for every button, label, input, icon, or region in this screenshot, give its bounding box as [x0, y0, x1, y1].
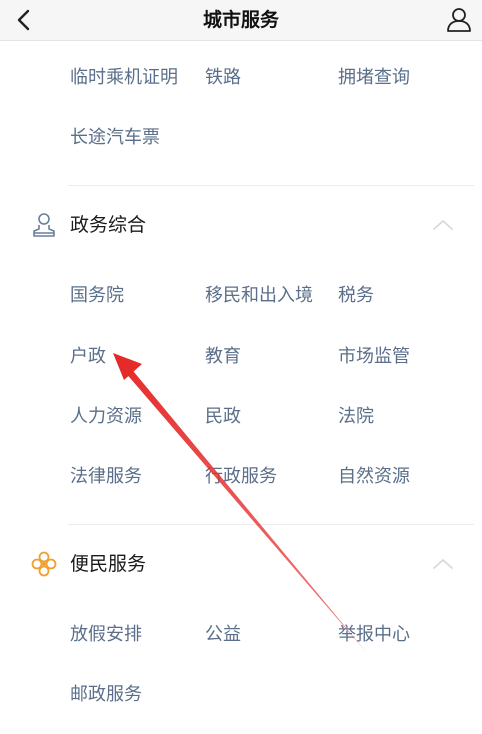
- service-item-human-resources[interactable]: 人力资源: [70, 402, 142, 428]
- navigation-bar: 城市服务: [0, 0, 482, 41]
- service-item-postal-services[interactable]: 邮政服务: [70, 680, 142, 706]
- service-item-household-registration[interactable]: 户政: [70, 342, 106, 368]
- service-item-immigration[interactable]: 移民和出入境: [205, 281, 313, 307]
- service-item-report-center[interactable]: 举报中心: [338, 620, 410, 646]
- chevron-up-icon[interactable]: [432, 557, 454, 571]
- section-divider: [68, 524, 474, 525]
- page-title: 城市服务: [202, 9, 279, 31]
- service-item-court[interactable]: 法院: [338, 402, 374, 428]
- service-item-railway[interactable]: 铁路: [205, 63, 241, 89]
- convenience-section-title: 便民服务: [70, 553, 147, 575]
- service-item-market-supervision[interactable]: 市场监管: [338, 342, 410, 368]
- flower-icon: [31, 551, 57, 577]
- service-item-civil-affairs[interactable]: 民政: [205, 402, 241, 428]
- service-item-public-welfare[interactable]: 公益: [205, 620, 241, 646]
- chevron-up-icon[interactable]: [432, 218, 454, 232]
- service-item-state-council[interactable]: 国务院: [70, 281, 124, 307]
- government-section-title: 政务综合: [70, 214, 147, 236]
- official-person-icon: [33, 213, 55, 237]
- service-item-temp-boarding-pass[interactable]: 临时乘机证明: [70, 63, 178, 89]
- service-item-long-distance-bus[interactable]: 长途汽车票: [70, 123, 160, 149]
- service-item-education[interactable]: 教育: [205, 342, 241, 368]
- service-item-holiday-schedule[interactable]: 放假安排: [70, 620, 142, 646]
- service-item-traffic-query[interactable]: 拥堵查询: [338, 63, 410, 89]
- service-item-tax[interactable]: 税务: [338, 281, 374, 307]
- government-section-header[interactable]: 政务综合: [0, 203, 482, 247]
- convenience-section-header[interactable]: 便民服务: [0, 542, 482, 586]
- service-item-natural-resources[interactable]: 自然资源: [338, 462, 410, 488]
- service-item-administrative-services[interactable]: 行政服务: [205, 462, 277, 488]
- section-divider: [68, 185, 474, 186]
- service-item-legal-services[interactable]: 法律服务: [70, 462, 142, 488]
- user-profile-icon[interactable]: [444, 5, 474, 35]
